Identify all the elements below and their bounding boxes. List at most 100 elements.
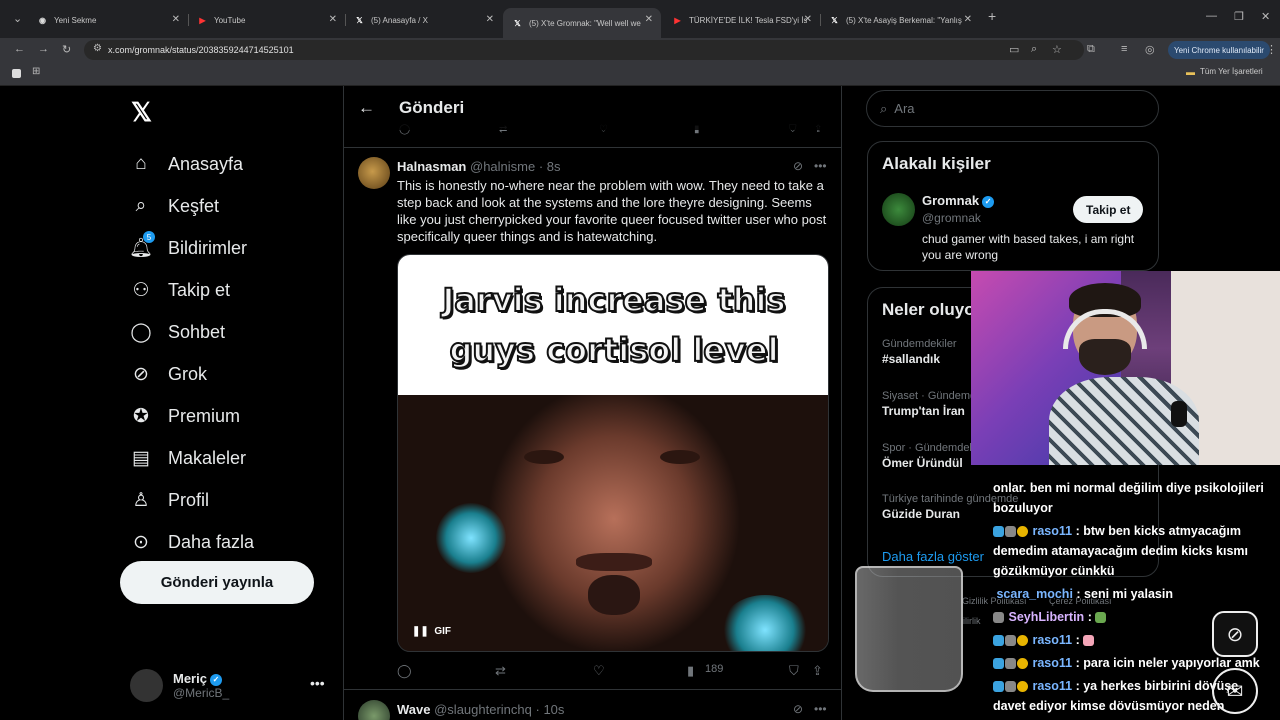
- extensions-icon[interactable]: ⧉: [1087, 43, 1095, 56]
- tweet-time[interactable]: · 8s: [539, 159, 561, 174]
- badge-icon: [993, 658, 1004, 670]
- trend-item[interactable]: Gündemdekiler #sallandık: [882, 338, 957, 366]
- install-icon[interactable]: ▭: [1009, 43, 1019, 56]
- more-dots-icon[interactable]: •••: [310, 675, 325, 691]
- nav-item-explore[interactable]: ⌕ Keşfet: [130, 185, 254, 227]
- bookmark-icon[interactable]: [12, 69, 21, 78]
- hologram-glow: [436, 503, 506, 573]
- divider: [344, 147, 841, 148]
- share-icon[interactable]: ⇪: [812, 663, 823, 679]
- grok-icon[interactable]: ⊘: [793, 159, 803, 173]
- grok-icon: ⊘: [133, 363, 149, 385]
- tab-x-asayis[interactable]: 𝕏 (5) X'te Asayiş Berkemal: "Yanlış ✕: [820, 8, 980, 32]
- x-logo-icon[interactable]: 𝕏: [131, 97, 152, 128]
- bell-icon: 🔔︎ 5: [128, 231, 155, 259]
- retweet-icon[interactable]: ⇄: [495, 663, 506, 679]
- more-dots-icon[interactable]: •••: [814, 159, 827, 173]
- tweet-avatar[interactable]: [358, 700, 390, 720]
- chat-username: scara_mochi: [996, 587, 1073, 601]
- nav-item-premium[interactable]: ✪ Premium: [130, 395, 254, 437]
- related-name[interactable]: Gromnak: [922, 193, 979, 208]
- site-info-icon[interactable]: ⚙: [93, 43, 102, 54]
- zoom-icon[interactable]: ⌕: [1031, 43, 1037, 56]
- youtube-icon: ▶: [199, 15, 206, 25]
- nav-item-profile[interactable]: ♙ Profil: [130, 479, 254, 521]
- back-icon[interactable]: ←: [14, 43, 25, 55]
- apps-icon[interactable]: ⊞: [32, 66, 40, 77]
- tweet-time[interactable]: · 10s: [536, 702, 565, 717]
- pause-icon[interactable]: ❚❚: [412, 626, 429, 637]
- star-icon[interactable]: ☆: [1052, 43, 1062, 56]
- close-icon[interactable]: ✕: [329, 14, 337, 25]
- grok-float-button[interactable]: ⊘: [1212, 611, 1258, 657]
- gif-image: [398, 395, 828, 651]
- tweet-handle[interactable]: @halnisme: [470, 159, 535, 174]
- nav-item-more[interactable]: ⊙ Daha fazla: [130, 521, 254, 563]
- close-icon[interactable]: ✕: [172, 14, 180, 25]
- gif-controls[interactable]: ❚❚ GIF: [412, 626, 451, 637]
- tab-x-home[interactable]: 𝕏 (5) Anasayfa / X ✕: [345, 8, 502, 32]
- profile-icon[interactable]: ◎: [1145, 43, 1155, 56]
- tweet-handle[interactable]: @slaughterinchq: [434, 702, 532, 717]
- nav-item-grok[interactable]: ⊘ Grok: [130, 353, 254, 395]
- tweet-author[interactable]: Wave: [397, 702, 430, 717]
- chat-text: demedim atamayacağım dedim kicks kısmı: [993, 544, 1248, 558]
- tab-x-gromnak[interactable]: 𝕏 (5) X'te Gromnak: "Well well we ✕: [503, 8, 661, 38]
- folder-icon: ▬: [1186, 67, 1195, 77]
- menu-icon[interactable]: ⋮: [1266, 43, 1277, 56]
- tweet-media[interactable]: Jarvis increase this guys cortisol level…: [397, 254, 829, 652]
- related-people-card: Alakalı kişiler Gromnak ✓ @gromnak chud g…: [867, 141, 1159, 271]
- all-bookmarks[interactable]: Tüm Yer İşaretleri: [1200, 67, 1263, 76]
- tab-youtube[interactable]: ▶ YouTube ✕: [188, 8, 345, 32]
- badge-icon: [1005, 635, 1016, 647]
- close-icon[interactable]: ✕: [964, 14, 972, 25]
- trend-item[interactable]: Spor · Gündemdek Ömer Üründül: [882, 442, 975, 470]
- chat-icon: ◯: [130, 321, 152, 343]
- nav-label: Takip et: [168, 279, 231, 300]
- nav-item-home[interactable]: ⌂ Anasayfa: [130, 143, 254, 185]
- badge-icon: [993, 526, 1004, 538]
- reply-icon[interactable]: ◯: [397, 663, 412, 679]
- window-close-icon[interactable]: ✕: [1261, 10, 1270, 23]
- address-bar[interactable]: ⚙ x.com/gromnak/status/20383592447145251…: [84, 40, 1084, 60]
- more-dots-icon[interactable]: •••: [814, 702, 827, 716]
- close-icon[interactable]: ✕: [486, 14, 494, 25]
- reading-list-icon[interactable]: ≡: [1121, 43, 1127, 55]
- related-handle[interactable]: @gromnak: [922, 211, 981, 225]
- trend-title: #sallandık: [882, 352, 941, 366]
- minimize-icon[interactable]: —: [1206, 10, 1217, 22]
- nav-item-articles[interactable]: ▤ Makaleler: [130, 437, 254, 479]
- premium-icon: ✪: [133, 405, 149, 427]
- views-icon[interactable]: ▮: [687, 663, 694, 679]
- close-icon[interactable]: ✕: [804, 14, 812, 25]
- tab-youtube-tesla[interactable]: ▶ TÜRKİYE'DE İLK! Tesla FSD'yi İst ✕: [663, 8, 820, 32]
- tweet-avatar[interactable]: [358, 157, 390, 189]
- close-icon[interactable]: ✕: [645, 14, 653, 25]
- tweet-author[interactable]: Halnasman: [397, 159, 466, 174]
- nav-item-chat[interactable]: ◯ Sohbet: [130, 311, 254, 353]
- account-switcher[interactable]: Meriç ✓ @MericB_ •••: [130, 669, 325, 702]
- forward-icon[interactable]: →: [38, 43, 49, 55]
- bookmark-icon[interactable]: ⛉: [789, 663, 799, 679]
- trend-item[interactable]: Siyaset · Gündemde Trump'tan İran: [882, 390, 982, 418]
- back-arrow-icon[interactable]: ←: [358, 98, 375, 118]
- like-icon[interactable]: ♡: [593, 663, 605, 679]
- chrome-update-button[interactable]: Yeni Chrome kullanılabilir: [1168, 41, 1270, 59]
- tweet-header: Halnasman @halnisme · 8s: [397, 159, 561, 174]
- reload-icon[interactable]: ↻: [62, 43, 71, 56]
- nav-item-follow[interactable]: ⚇ Takip et: [130, 269, 254, 311]
- maximize-icon[interactable]: ❐: [1234, 10, 1244, 23]
- tab-search-icon[interactable]: ⌄: [13, 12, 22, 25]
- nav-item-notifications[interactable]: 🔔︎ 5 Bildirimler: [128, 227, 254, 269]
- follow-button[interactable]: Takip et: [1073, 196, 1144, 223]
- tab-new-tab[interactable]: ◉ Yeni Sekme ✕: [28, 8, 188, 32]
- grok-icon[interactable]: ⊘: [793, 702, 803, 716]
- post-button[interactable]: Gönderi yayınla: [120, 561, 314, 604]
- verified-icon: ✓: [982, 195, 995, 208]
- messages-float-button[interactable]: ✉: [1212, 668, 1258, 714]
- show-more-link[interactable]: Daha fazla göster: [882, 549, 984, 564]
- footer-link[interactable]: ilirlik: [963, 616, 981, 626]
- avatar[interactable]: [882, 193, 915, 226]
- search-input[interactable]: ⌕ Ara: [866, 90, 1159, 127]
- new-tab-icon[interactable]: +: [988, 8, 996, 24]
